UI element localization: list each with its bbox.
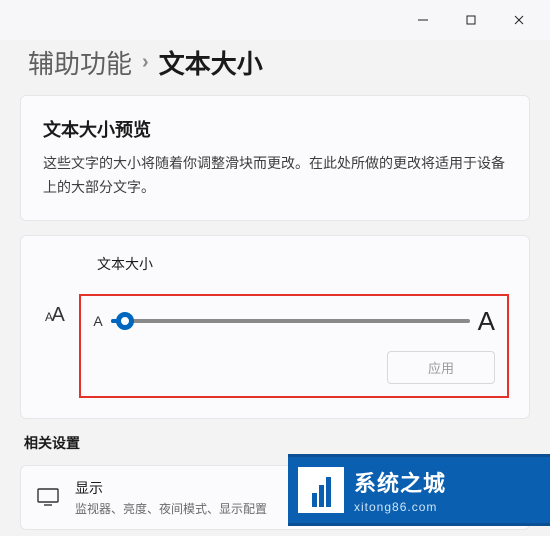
monitor-icon bbox=[37, 488, 59, 506]
slider-thumb[interactable] bbox=[116, 312, 134, 330]
maximize-button[interactable] bbox=[448, 4, 494, 36]
text-size-icon-big: A bbox=[52, 304, 64, 327]
preview-title: 文本大小预览 bbox=[43, 116, 507, 142]
slider-highlight-box: A A 应用 bbox=[79, 294, 509, 398]
text-size-card: 文本大小 AA A A 应用 bbox=[20, 235, 530, 419]
display-item-subtitle: 监视器、亮度、夜间模式、显示配置 bbox=[75, 500, 267, 517]
slider-max-label: A bbox=[478, 306, 495, 337]
breadcrumb-parent[interactable]: 辅助功能 bbox=[28, 44, 132, 81]
related-settings-heading: 相关设置 bbox=[24, 433, 526, 453]
minimize-button[interactable] bbox=[400, 4, 446, 36]
watermark-logo bbox=[298, 467, 344, 513]
close-button[interactable] bbox=[496, 4, 542, 36]
slider-min-label: A bbox=[93, 313, 102, 329]
window-titlebar bbox=[0, 0, 550, 40]
apply-button[interactable]: 应用 bbox=[387, 351, 495, 384]
minimize-icon bbox=[417, 14, 429, 26]
maximize-icon bbox=[465, 14, 477, 26]
display-item-title: 显示 bbox=[75, 478, 267, 498]
preview-card: 文本大小预览 这些文字的大小将随着你调整滑块而更改。在此处所做的更改将适用于设备… bbox=[20, 95, 530, 221]
watermark-title: 系统之城 bbox=[354, 466, 446, 498]
text-size-label: 文本大小 bbox=[97, 254, 507, 274]
watermark-banner: 系统之城 xitong86.com bbox=[288, 454, 550, 526]
watermark-url: xitong86.com bbox=[354, 500, 446, 514]
text-size-icon: AA bbox=[45, 304, 63, 327]
text-size-slider[interactable] bbox=[111, 319, 470, 323]
close-icon bbox=[513, 14, 525, 26]
breadcrumb: 辅助功能 › 文本大小 bbox=[0, 40, 550, 95]
breadcrumb-current: 文本大小 bbox=[159, 44, 263, 81]
chevron-right-icon: › bbox=[142, 51, 149, 74]
preview-description: 这些文字的大小将随着你调整滑块而更改。在此处所做的更改将适用于设备上的大部分文字… bbox=[43, 152, 507, 200]
